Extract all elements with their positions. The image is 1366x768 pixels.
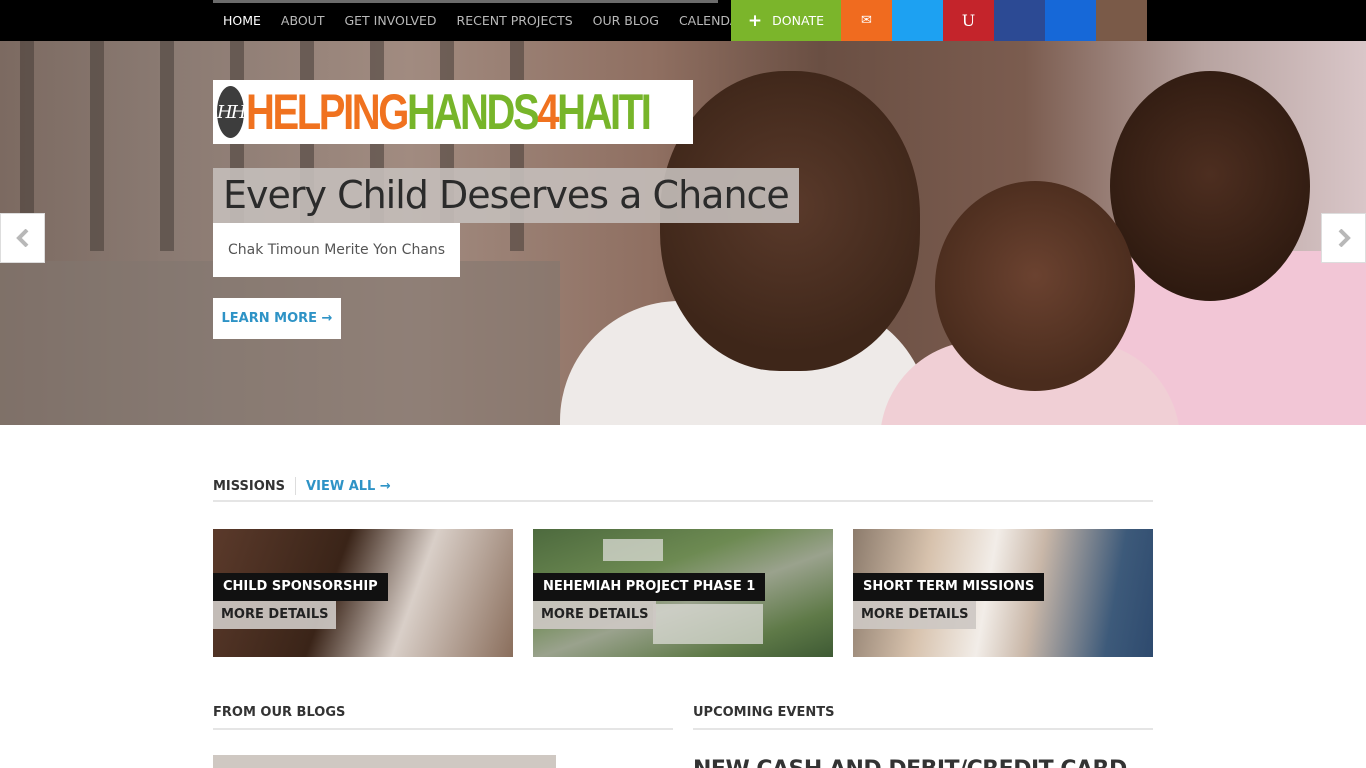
more-details-button[interactable]: MORE DETAILS [533, 601, 657, 629]
missions-header: MISSIONS VIEW ALL → [213, 472, 1153, 502]
slider-prev-button[interactable] [0, 213, 45, 263]
mission-card-child-sponsorship[interactable]: CHILD SPONSORSHIP MORE DETAILS [213, 529, 513, 657]
mission-card-nehemiah-project[interactable]: NEHEMIAH PROJECT PHASE 1 MORE DETAILS [533, 529, 833, 657]
top-bar: HOME ABOUT GET INVOLVED RECENT PROJECTS … [0, 0, 1366, 41]
event-title[interactable]: NEW CASH AND DEBIT/CREDIT CARD [693, 755, 1127, 768]
mission-card-title[interactable]: NEHEMIAH PROJECT PHASE 1 [533, 573, 766, 601]
logo-mark-text: HH [217, 101, 246, 123]
main-nav: HOME ABOUT GET INVOLVED RECENT PROJECTS … [213, 0, 757, 41]
slider-next-button[interactable] [1321, 213, 1366, 263]
logo-mark-icon: HH [217, 86, 246, 138]
facebook-button[interactable] [994, 0, 1045, 41]
aerial-photo-building [603, 539, 663, 561]
hero-photo-floor [0, 261, 560, 425]
logo-word-helping: HELPING [246, 84, 409, 140]
email-button[interactable]: ✉ [841, 0, 892, 41]
logo-wordmark: HELPINGHANDS4HAITI [246, 84, 652, 140]
aerial-photo-building [653, 604, 763, 644]
missions-cards: CHILD SPONSORSHIP MORE DETAILS NEHEMIAH … [213, 529, 1153, 657]
hero-headline: Every Child Deserves a Chance [213, 168, 799, 223]
logo-word-haiti: HAITI [557, 84, 652, 140]
hero-subhead: Chak Timoun Merite Yon Chans [213, 223, 461, 277]
view-all-link[interactable]: VIEW ALL → [306, 479, 391, 494]
site-logo[interactable]: HH HELPINGHANDS4HAITI [213, 80, 693, 144]
missions-title: MISSIONS [213, 478, 286, 494]
missions-divider [295, 477, 297, 495]
nav-item-about[interactable]: ABOUT [271, 0, 335, 41]
linkedin-button[interactable] [1045, 0, 1096, 41]
nav-item-our-blog[interactable]: OUR BLOG [583, 0, 669, 41]
nav-item-home[interactable]: HOME [213, 0, 271, 41]
hero-photo-rail [160, 41, 174, 251]
blogs-header: FROM OUR BLOGS [213, 697, 673, 730]
hero-photo-toddler [935, 181, 1135, 391]
more-details-button[interactable]: MORE DETAILS [213, 601, 337, 629]
events-header: UPCOMING EVENTS [693, 697, 1153, 730]
mission-card-short-term-missions[interactable]: SHORT TERM MISSIONS MORE DETAILS [853, 529, 1153, 657]
hero-photo-mother [1110, 71, 1310, 301]
logo-word-4: 4 [537, 84, 560, 140]
ustream-button[interactable]: U [943, 0, 994, 41]
logo-word-hands: HANDS [407, 84, 540, 140]
chevron-right-icon [1338, 229, 1351, 247]
instagram-button[interactable] [1096, 0, 1147, 41]
hero-photo-rail [90, 41, 104, 251]
mission-card-title[interactable]: CHILD SPONSORSHIP [213, 573, 388, 601]
twitter-button[interactable] [892, 0, 943, 41]
learn-more-button[interactable]: LEARN MORE → [213, 298, 341, 339]
blogs-title: FROM OUR BLOGS [213, 705, 346, 720]
ustream-icon: U [961, 11, 976, 30]
more-details-button[interactable]: MORE DETAILS [853, 601, 977, 629]
social-bar: + DONATE ✉ U [731, 0, 1147, 41]
nav-item-recent-projects[interactable]: RECENT PROJECTS [447, 0, 583, 41]
plus-icon: + [747, 10, 763, 31]
donate-button[interactable]: + DONATE [731, 0, 841, 41]
donate-label: DONATE [772, 13, 825, 28]
blog-post-image[interactable] [213, 755, 556, 768]
email-icon: ✉ [861, 13, 872, 28]
mission-card-title[interactable]: SHORT TERM MISSIONS [853, 573, 1045, 601]
events-title: UPCOMING EVENTS [693, 705, 835, 720]
nav-item-get-involved[interactable]: GET INVOLVED [334, 0, 446, 41]
chevron-left-icon [15, 229, 28, 247]
